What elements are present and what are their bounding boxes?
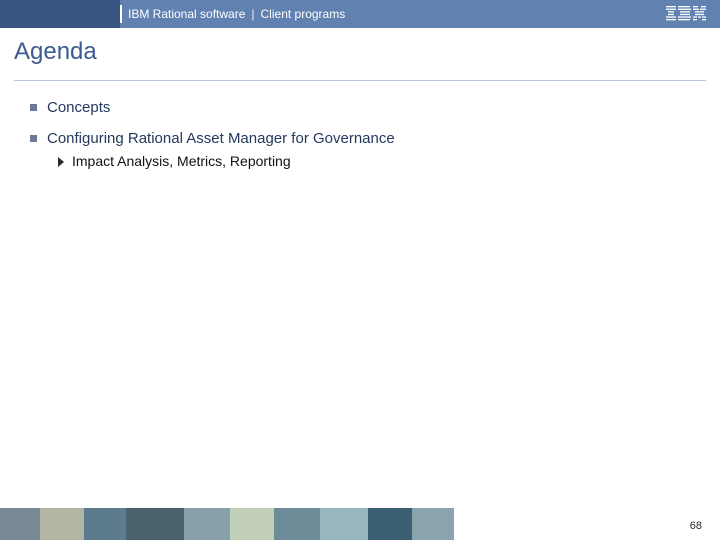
footer-tile [274,508,320,540]
footer-tile [84,508,126,540]
footer: 68 [0,488,720,540]
footer-tile [126,508,184,540]
list-item: Concepts [30,99,720,116]
footer-tile [320,508,368,540]
header-text: IBM Rational software | Client programs [128,7,345,21]
header-separator: | [251,7,254,21]
page-title: Agenda [0,28,720,66]
footer-tile [412,508,454,540]
square-bullet-icon [30,104,37,111]
header-divider [120,5,122,23]
list-item: Configuring Rational Asset Manager for G… [30,130,720,147]
bullet-text: Concepts [47,99,110,116]
header-section: Client programs [261,7,346,21]
bullet-text: Configuring Rational Asset Manager for G… [47,130,395,147]
content-area: Concepts Configuring Rational Asset Mana… [0,81,720,169]
arrow-bullet-icon [58,157,64,167]
footer-tile [40,508,84,540]
sub-bullet-text: Impact Analysis, Metrics, Reporting [72,153,291,169]
square-bullet-icon [30,135,37,142]
footer-tile [0,508,40,540]
footer-image-band [0,508,720,540]
footer-tile [368,508,412,540]
header-bar: IBM Rational software | Client programs [0,0,720,28]
footer-tile [184,508,230,540]
sub-list-item: Impact Analysis, Metrics, Reporting [58,153,720,169]
header-accent-block [0,0,120,28]
header-brand: IBM Rational software [128,7,245,21]
footer-tile [230,508,274,540]
page-number: 68 [690,520,702,532]
footer-tile [454,508,720,540]
ibm-logo-icon [666,6,706,27]
